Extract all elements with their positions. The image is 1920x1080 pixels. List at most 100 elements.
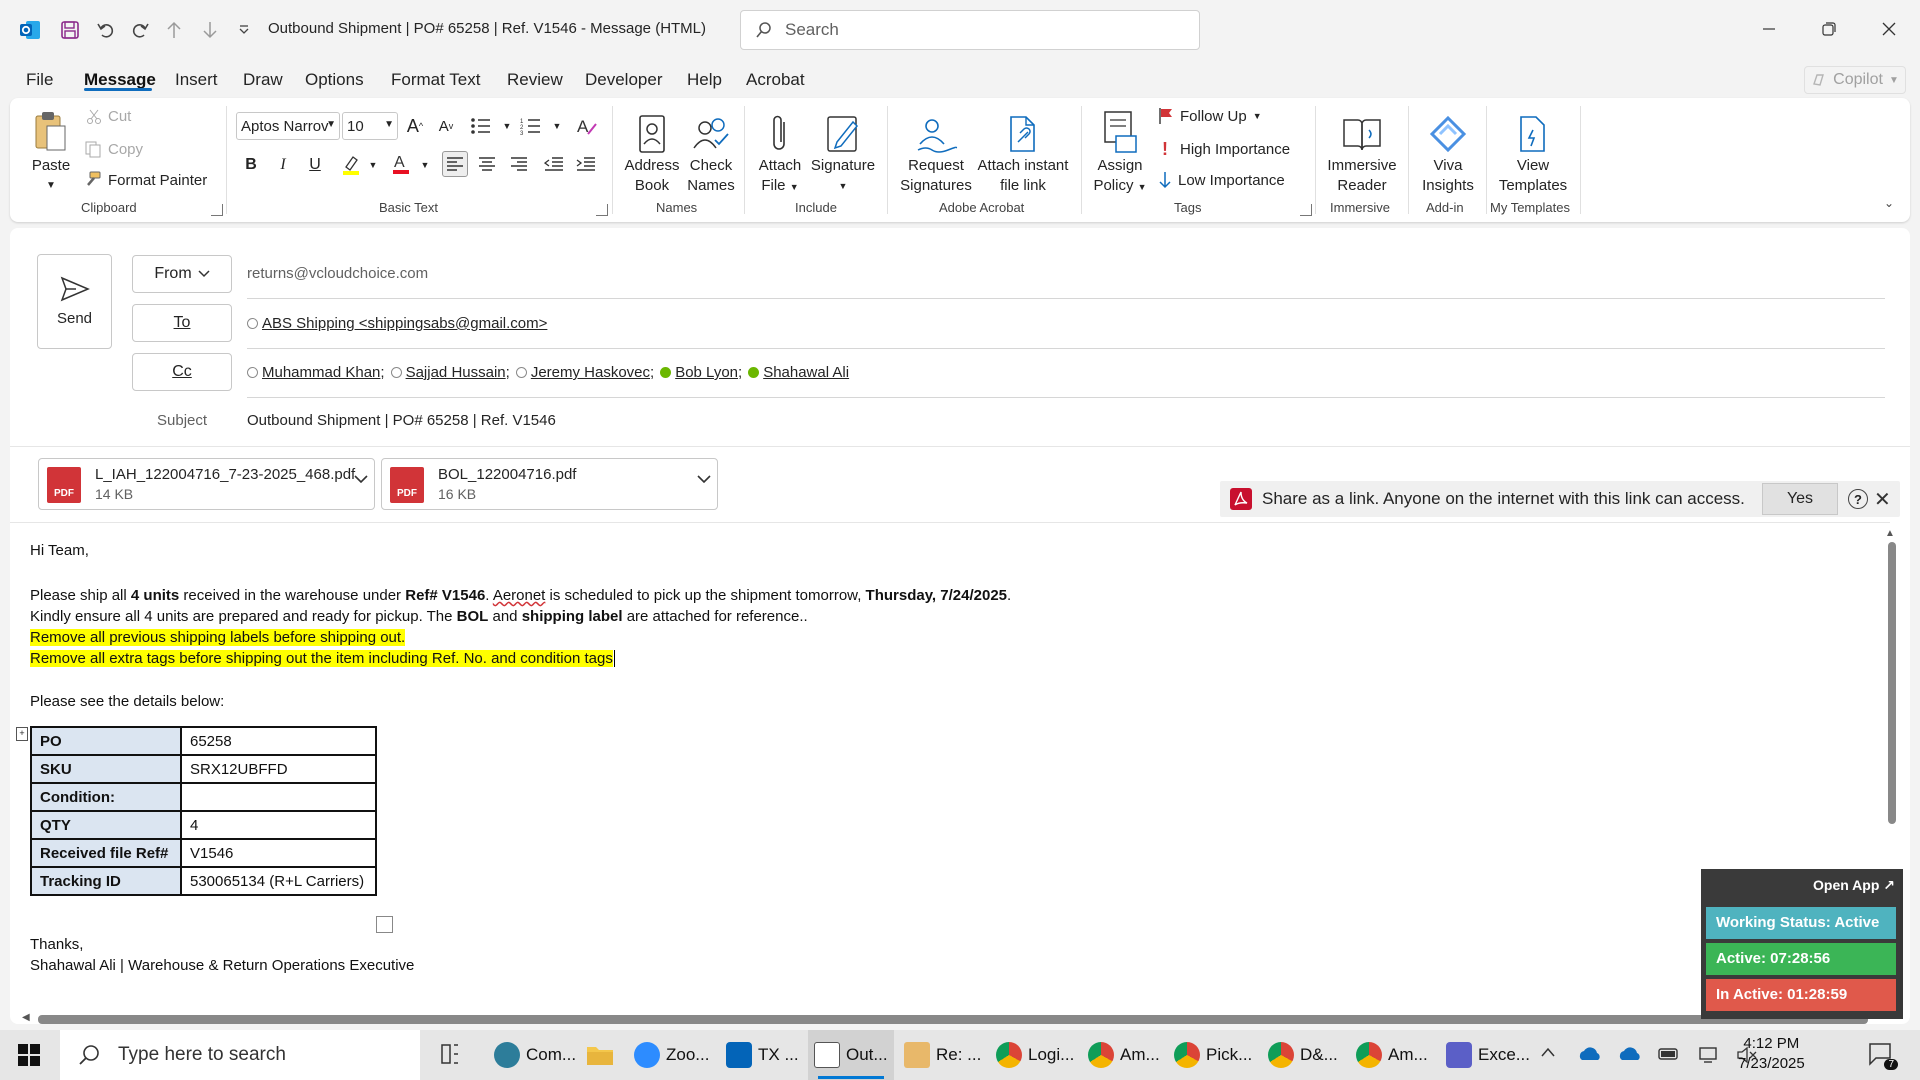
subject-input[interactable]: Outbound Shipment | PO# 65258 | Ref. V15… (247, 412, 556, 429)
check-names-button[interactable]: Check Names (682, 106, 740, 196)
taskbar-app-chrome[interactable]: Logi... (990, 1030, 1074, 1080)
shrink-font-icon[interactable]: Av (433, 113, 459, 139)
dialog-launcher-icon[interactable] (596, 204, 608, 216)
recipient-chip[interactable]: Shahawal Ali (748, 364, 849, 381)
font-size-combo[interactable]: 10 ▼ (342, 112, 398, 140)
table-resize-handle-icon[interactable] (376, 916, 393, 933)
restore-icon[interactable] (1814, 14, 1844, 44)
onedrive-icon[interactable] (1578, 1046, 1602, 1062)
request-signatures-button[interactable]: Request Signatures (896, 106, 976, 196)
task-view-icon[interactable] (438, 1042, 462, 1066)
taskbar-app-reply[interactable]: Re: ... (898, 1030, 981, 1080)
save-icon[interactable] (56, 16, 84, 44)
copy-button[interactable]: Copy (84, 140, 143, 158)
italic-icon[interactable]: I (270, 152, 296, 178)
address-book-button[interactable]: Address Book (622, 106, 682, 196)
tab-help[interactable]: Help (687, 70, 722, 90)
tab-insert[interactable]: Insert (175, 70, 218, 90)
attach-file-button[interactable]: Attach File ▼ (752, 106, 808, 197)
horizontal-scrollbar-thumb[interactable] (38, 1015, 1868, 1024)
chevron-down-icon[interactable] (354, 475, 368, 483)
tab-acrobat[interactable]: Acrobat (746, 70, 805, 90)
close-icon[interactable]: ✕ (1874, 487, 1891, 512)
tab-options[interactable]: Options (305, 70, 364, 90)
cc-button[interactable]: Cc (132, 353, 232, 391)
taskbar-search[interactable]: Type here to search (60, 1030, 420, 1080)
taskbar-app-chrome[interactable]: Pick... (1168, 1030, 1252, 1080)
recipient-chip[interactable]: ABS Shipping <shippingsabs@gmail.com> (247, 315, 547, 332)
chevron-down-icon[interactable] (697, 475, 711, 483)
message-body[interactable]: Hi Team, Please ship all 4 units receive… (30, 540, 1870, 976)
copilot-button[interactable]: Copilot ▼ (1804, 66, 1906, 94)
down-arrow-icon[interactable] (196, 16, 224, 44)
taskbar-app-outlook-tx[interactable]: TX ... (720, 1030, 799, 1080)
to-button[interactable]: To (132, 304, 232, 342)
chevron-down-icon[interactable]: ▼ (544, 113, 570, 139)
viva-insights-button[interactable]: Viva Insights (1416, 106, 1480, 196)
tab-review[interactable]: Review (507, 70, 563, 90)
taskbar-app-chrome[interactable]: D&... (1262, 1030, 1338, 1080)
to-recipients[interactable]: ABS Shipping <shippingsabs@gmail.com> (247, 315, 547, 332)
immersive-reader-button[interactable]: Immersive Reader (1322, 106, 1402, 196)
windows-start-icon[interactable] (18, 1044, 40, 1066)
search-box[interactable]: Search (740, 10, 1200, 50)
tab-file[interactable]: File (26, 70, 53, 90)
vertical-scrollbar-thumb[interactable] (1888, 542, 1896, 824)
attach-instant-file-link-button[interactable]: Attach instant file link (976, 106, 1070, 196)
align-right-icon[interactable] (506, 151, 532, 177)
recipient-chip[interactable]: Muhammad Khan (247, 364, 380, 381)
bold-icon[interactable]: B (238, 152, 264, 178)
tab-format-text[interactable]: Format Text (391, 70, 480, 90)
show-hidden-icons-icon[interactable] (1540, 1046, 1556, 1058)
chevron-down-icon[interactable]: ▼ (360, 152, 386, 178)
tab-message[interactable]: Message (84, 70, 156, 90)
high-importance-button[interactable]: ! High Importance (1162, 139, 1290, 160)
scroll-up-icon[interactable]: ▲ (1885, 528, 1895, 539)
grow-font-icon[interactable]: A ^ (402, 113, 428, 139)
attachment-card[interactable]: PDF L_IAH_122004716_7-23-2025_468.pdf 14… (38, 458, 375, 510)
assign-policy-button[interactable]: Assign Policy ▼ (1088, 106, 1152, 197)
minimize-icon[interactable] (1754, 14, 1784, 44)
customize-toolbar-icon[interactable] (230, 16, 258, 44)
underline-icon[interactable]: U (302, 152, 328, 178)
notifications-icon[interactable]: 7 (1868, 1042, 1898, 1070)
align-left-icon[interactable] (442, 151, 468, 177)
taskbar-app-outlook-active[interactable]: Out... (808, 1030, 894, 1080)
paste-button[interactable]: Paste ▼ (28, 106, 74, 196)
cut-button[interactable]: Cut (86, 108, 131, 125)
font-color-icon[interactable]: A (388, 150, 414, 176)
align-center-icon[interactable] (474, 151, 500, 177)
send-button[interactable]: Send (37, 254, 112, 349)
help-icon[interactable]: ? (1848, 489, 1868, 509)
tab-draw[interactable]: Draw (243, 70, 283, 90)
chevron-down-icon[interactable]: ▼ (412, 152, 438, 178)
font-name-combo[interactable]: Aptos Narrov ▼ (236, 112, 340, 140)
up-arrow-icon[interactable] (160, 16, 188, 44)
numbering-icon[interactable]: 123 (518, 113, 544, 139)
taskbar-app-chrome[interactable]: Am... (1082, 1030, 1160, 1080)
tab-developer[interactable]: Developer (585, 70, 663, 90)
share-yes-button[interactable]: Yes (1762, 483, 1838, 515)
system-clock[interactable]: 4:12 PM 7/23/2025 (1738, 1034, 1805, 1074)
undo-icon[interactable] (92, 16, 120, 44)
open-app-link[interactable]: Open App ↗ (1813, 877, 1895, 894)
table-move-handle-icon[interactable]: + (16, 727, 28, 741)
network-icon[interactable] (1698, 1046, 1720, 1064)
format-painter-button[interactable]: Format Painter (84, 171, 207, 189)
ribbon-collapse-icon[interactable]: ⌄ (1884, 196, 1894, 210)
taskbar-app-companion[interactable]: Com... (488, 1030, 576, 1080)
taskbar-app-zoom[interactable]: Zoo... (628, 1030, 709, 1080)
recipient-chip[interactable]: Sajjad Hussain (390, 364, 506, 381)
dialog-launcher-icon[interactable] (211, 204, 223, 216)
recipient-chip[interactable]: Jeremy Haskovec (515, 364, 650, 381)
dialog-launcher-icon[interactable] (1300, 204, 1312, 216)
onedrive-icon[interactable] (1618, 1046, 1642, 1062)
from-button[interactable]: From (132, 255, 232, 293)
details-table[interactable]: PO 65258 SKU SRX12UBFFD Condition: QTY 4 Re… (30, 726, 377, 896)
view-templates-button[interactable]: View Templates (1494, 106, 1572, 196)
recipient-chip[interactable]: Bob Lyon (660, 364, 738, 381)
chevron-down-icon[interactable]: ▼ (494, 113, 520, 139)
attachment-card[interactable]: PDF BOL_122004716.pdf 16 KB (381, 458, 718, 510)
taskbar-app-chrome[interactable]: Am... (1350, 1030, 1428, 1080)
redo-icon[interactable] (126, 16, 154, 44)
